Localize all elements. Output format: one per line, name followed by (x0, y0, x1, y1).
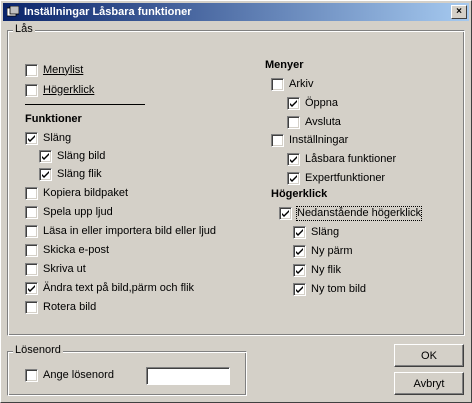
checkbox-kopiera-bildpaket[interactable]: Kopiera bildpaket (25, 186, 128, 200)
ny-parm-label: Ny pärm (311, 244, 353, 257)
avsluta-checkbox[interactable] (287, 115, 300, 129)
slang-label: Släng (43, 131, 72, 144)
checkbox-rotera-bild[interactable]: Rotera bild (25, 300, 96, 314)
installningar-label: Inställningar (289, 133, 349, 146)
rotera-bild-label: Rotera bild (43, 300, 97, 313)
skicka-epost-label: Skicka e-post (43, 243, 110, 256)
andra-text-label: Ändra text på bild,pärm och flik (43, 281, 195, 294)
check-icon (42, 170, 49, 178)
nedanstaende-checkbox[interactable] (279, 206, 292, 220)
checkbox-lasa-in[interactable]: Läsa in eller importera bild eller ljud (25, 224, 216, 238)
menyer-heading: Menyer (265, 59, 304, 71)
menylist-label: Menylist (43, 63, 84, 76)
losenord-legend: Lösenord (13, 344, 63, 357)
ny-tom-bild-checkbox[interactable] (293, 282, 306, 296)
settings-dialog: Inställningar Låsbara funktioner × Lås M… (0, 0, 472, 403)
checkbox-lasbara-funktioner[interactable]: Låsbara funktioner (287, 152, 396, 166)
slang-bild-label: Släng bild (57, 149, 106, 162)
expertfunktioner-label: Expertfunktioner (305, 171, 386, 184)
checkbox-ange-losenord[interactable]: Ange lösenord (25, 368, 114, 382)
slang-flik-checkbox[interactable] (39, 167, 52, 181)
avsluta-label: Avsluta (305, 115, 341, 128)
hk-slang-label: Släng (311, 225, 340, 238)
title-bar[interactable]: Inställningar Låsbara funktioner × (3, 3, 469, 21)
check-icon (296, 228, 303, 236)
checkbox-menylist[interactable]: Menylist (25, 63, 83, 77)
checkbox-ny-parm[interactable]: Ny pärm (293, 244, 353, 258)
lasa-in-checkbox[interactable] (25, 224, 38, 238)
spela-upp-ljud-label: Spela upp ljud (43, 205, 113, 218)
slang-bild-checkbox[interactable] (39, 149, 52, 163)
app-icon (6, 5, 20, 19)
check-icon (42, 152, 49, 160)
checkbox-expertfunktioner[interactable]: Expertfunktioner (287, 171, 385, 185)
hk-slang-checkbox[interactable] (293, 225, 306, 239)
hogerklick-checkbox[interactable] (25, 83, 38, 97)
skriva-ut-label: Skriva ut (43, 262, 86, 275)
ny-parm-checkbox[interactable] (293, 244, 306, 258)
close-icon[interactable]: × (451, 5, 467, 19)
checkbox-installningar[interactable]: Inställningar (271, 133, 348, 147)
hogerklick-label: Högerklick (43, 83, 95, 96)
check-icon (296, 285, 303, 293)
ange-losenord-checkbox[interactable] (25, 368, 38, 382)
funktioner-heading: Funktioner (25, 113, 82, 125)
hogerklick-heading: Högerklick (271, 188, 328, 200)
checkbox-ny-flik[interactable]: Ny flik (293, 263, 341, 277)
checkbox-nedanstaende[interactable]: Nedanstående högerklick (279, 205, 423, 221)
arkiv-checkbox[interactable] (271, 77, 284, 91)
ny-flik-label: Ny flik (311, 263, 341, 276)
avbryt-button[interactable]: Avbryt (394, 372, 464, 395)
lasbara-funktioner-checkbox[interactable] (287, 152, 300, 166)
nedanstaende-label: Nedanstående högerklick (295, 205, 423, 221)
ange-losenord-label: Ange lösenord (43, 368, 114, 381)
ny-flik-checkbox[interactable] (293, 263, 306, 277)
separator-line (25, 104, 145, 106)
checkbox-andra-text[interactable]: Ändra text på bild,pärm och flik (25, 281, 194, 295)
check-icon (296, 247, 303, 255)
slang-checkbox[interactable] (25, 131, 38, 145)
las-legend: Lås (13, 23, 35, 36)
skicka-epost-checkbox[interactable] (25, 243, 38, 257)
check-icon (290, 155, 297, 163)
expertfunktioner-checkbox[interactable] (287, 171, 300, 185)
check-icon (290, 99, 297, 107)
checkbox-hk-slang[interactable]: Släng (293, 225, 339, 239)
checkbox-slang[interactable]: Släng (25, 131, 71, 145)
check-icon (296, 266, 303, 274)
andra-text-checkbox[interactable] (25, 281, 38, 295)
window-title: Inställningar Låsbara funktioner (24, 6, 192, 18)
check-icon (28, 134, 35, 142)
check-icon (290, 174, 297, 182)
checkbox-avsluta[interactable]: Avsluta (287, 115, 341, 129)
checkbox-slang-flik[interactable]: Släng flik (39, 167, 102, 181)
check-icon (282, 209, 289, 217)
arkiv-label: Arkiv (289, 77, 314, 90)
checkbox-slang-bild[interactable]: Släng bild (39, 149, 105, 163)
installningar-checkbox[interactable] (271, 133, 284, 147)
slang-flik-label: Släng flik (57, 167, 102, 180)
oppna-checkbox[interactable] (287, 96, 300, 110)
rotera-bild-checkbox[interactable] (25, 300, 38, 314)
password-input[interactable] (146, 367, 230, 385)
checkbox-skriva-ut[interactable]: Skriva ut (25, 262, 86, 276)
ny-tom-bild-label: Ny tom bild (311, 282, 367, 295)
lasbara-funktioner-label: Låsbara funktioner (305, 152, 397, 165)
menylist-checkbox[interactable] (25, 63, 38, 77)
checkbox-spela-upp-ljud[interactable]: Spela upp ljud (25, 205, 113, 219)
check-icon (28, 284, 35, 292)
checkbox-hogerklick[interactable]: Högerklick (25, 83, 94, 97)
skriva-ut-checkbox[interactable] (25, 262, 38, 276)
kopiera-bildpaket-checkbox[interactable] (25, 186, 38, 200)
spela-upp-ljud-checkbox[interactable] (25, 205, 38, 219)
checkbox-skicka-epost[interactable]: Skicka e-post (25, 243, 109, 257)
kopiera-bildpaket-label: Kopiera bildpaket (43, 186, 129, 199)
oppna-label: Öppna (305, 96, 339, 109)
checkbox-oppna[interactable]: Öppna (287, 96, 338, 110)
checkbox-arkiv[interactable]: Arkiv (271, 77, 313, 91)
checkbox-ny-tom-bild[interactable]: Ny tom bild (293, 282, 366, 296)
ok-button[interactable]: OK (394, 344, 464, 367)
lasa-in-label: Läsa in eller importera bild eller ljud (43, 224, 217, 237)
